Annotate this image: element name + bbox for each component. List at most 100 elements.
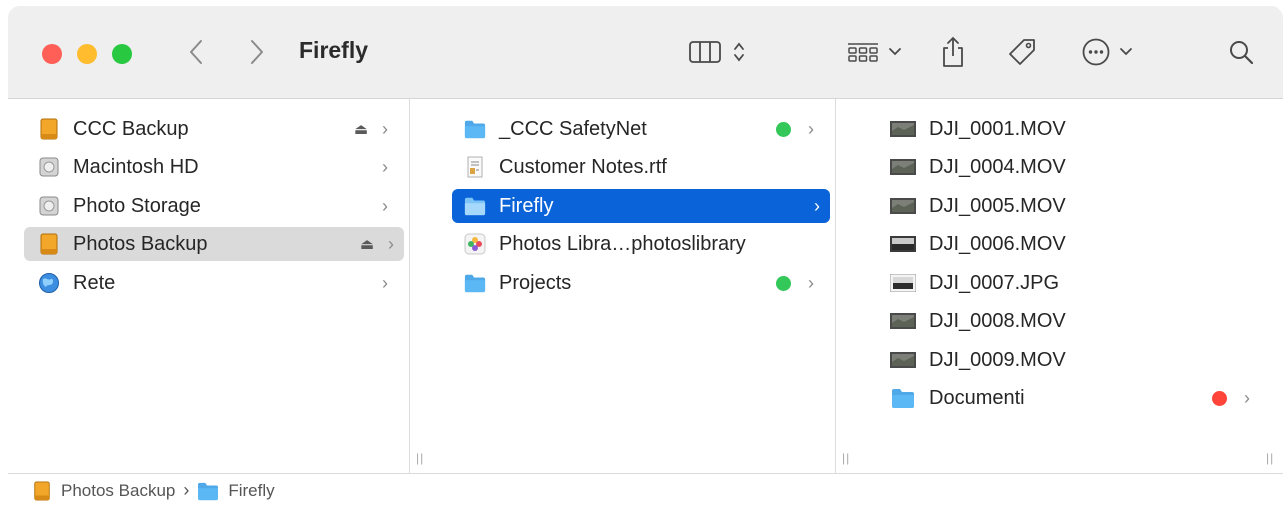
- forward-button[interactable]: [245, 32, 269, 72]
- chevron-right-icon: ›: [1244, 387, 1250, 408]
- list-item-dji-0008[interactable]: DJI_0008.MOV: [888, 304, 1260, 338]
- path-item-photos-backup[interactable]: Photos Backup: [32, 481, 175, 501]
- toolbar: Firefly: [8, 6, 1283, 99]
- list-item-dji-0007[interactable]: DJI_0007.JPG: [888, 266, 1260, 300]
- list-item-dji-0001[interactable]: DJI_0001.MOV: [888, 112, 1260, 146]
- column-resize-handle[interactable]: ||: [1266, 451, 1274, 465]
- photos-library-icon: [464, 233, 486, 255]
- chevron-right-icon: ›: [382, 156, 388, 177]
- item-label: Firefly: [499, 194, 554, 217]
- folder-icon: [197, 481, 219, 501]
- path-item-firefly[interactable]: Firefly: [197, 480, 275, 501]
- path-item-label: Firefly: [228, 480, 275, 500]
- sidebar-item-photo-storage[interactable]: Photo Storage ›: [30, 189, 398, 223]
- chevron-right-icon: ›: [814, 195, 820, 216]
- item-label: DJI_0005.MOV: [929, 194, 1066, 217]
- more-actions-button[interactable]: [1076, 32, 1138, 72]
- list-item-documenti[interactable]: Documenti ›: [888, 381, 1260, 415]
- folder-icon: [464, 118, 486, 140]
- item-label: Customer Notes.rtf: [499, 155, 667, 178]
- back-button[interactable]: [184, 32, 208, 72]
- folder-icon: [464, 272, 486, 294]
- item-label: DJI_0001.MOV: [929, 117, 1066, 140]
- search-icon: [1230, 41, 1254, 65]
- path-bar: Photos Backup › Firefly: [8, 473, 1283, 506]
- external-drive-icon: [32, 480, 52, 501]
- item-label: DJI_0007.JPG: [929, 271, 1060, 294]
- network-globe-icon: [38, 272, 60, 294]
- path-item-label: Photos Backup: [61, 480, 176, 500]
- video-thumbnail-icon: [890, 310, 916, 332]
- folder-icon: [464, 195, 486, 217]
- path-separator: ›: [183, 480, 190, 500]
- list-item-firefly[interactable]: Firefly ›: [452, 189, 830, 223]
- chevron-down-icon: [889, 48, 901, 56]
- list-item-dji-0005[interactable]: DJI_0005.MOV: [888, 189, 1260, 223]
- internal-drive-icon: [38, 156, 60, 178]
- list-item-photos-library[interactable]: Photos Libra…photoslibrary: [454, 227, 824, 261]
- item-label: DJI_0008.MOV: [929, 309, 1066, 332]
- item-label: Projects: [499, 271, 572, 294]
- sidebar-item-label: CCC Backup: [73, 117, 189, 140]
- tag-icon: [1009, 39, 1035, 65]
- view-mode-button[interactable]: [682, 32, 752, 72]
- column-firefly: DJI_0001.MOV DJI_0004.MOV DJI_0005.MOV D…: [860, 99, 1283, 473]
- video-thumbnail-icon: [890, 233, 916, 255]
- eject-button[interactable]: ⏏: [354, 120, 368, 138]
- item-label: Photos Libra…photoslibrary: [499, 232, 746, 255]
- chevron-right-icon: ›: [382, 118, 388, 139]
- zoom-window-button[interactable]: [112, 44, 132, 64]
- list-item-customer-notes[interactable]: Customer Notes.rtf: [454, 150, 824, 184]
- sidebar-item-label: Photos Backup: [73, 232, 208, 255]
- close-window-button[interactable]: [42, 44, 62, 64]
- item-label: DJI_0009.MOV: [929, 348, 1066, 371]
- column-resize-handle[interactable]: ||: [842, 451, 850, 465]
- sidebar-item-label: Photo Storage: [73, 194, 201, 217]
- chevron-right-icon: ›: [808, 272, 814, 293]
- chevron-right-icon: ›: [388, 233, 394, 254]
- tag-green-dot: [776, 121, 791, 137]
- eject-button[interactable]: ⏏: [360, 235, 374, 253]
- search-button[interactable]: [1226, 32, 1256, 72]
- share-button[interactable]: [938, 32, 968, 72]
- group-icon: [848, 43, 878, 62]
- group-button[interactable]: [842, 32, 906, 72]
- finder-window: Firefly CCC Backup ⏏ › Macintosh HD › Ph…: [8, 6, 1283, 506]
- sidebar-item-macintosh-hd[interactable]: Macintosh HD ›: [30, 150, 398, 184]
- rtf-file-icon: [464, 156, 486, 178]
- tag-green-dot: [776, 275, 791, 291]
- sidebar-item-ccc-backup[interactable]: CCC Backup ⏏ ›: [30, 112, 398, 146]
- list-item-dji-0009[interactable]: DJI_0009.MOV: [888, 343, 1260, 377]
- chevron-left-icon: [190, 40, 202, 64]
- video-thumbnail-icon: [890, 195, 916, 217]
- list-item-projects[interactable]: Projects ›: [454, 266, 824, 300]
- video-thumbnail-icon: [890, 349, 916, 371]
- minimize-window-button[interactable]: [77, 44, 97, 64]
- chevron-right-icon: ›: [382, 272, 388, 293]
- column-locations: CCC Backup ⏏ › Macintosh HD › Photo Stor…: [8, 99, 409, 473]
- chevron-right-icon: ›: [808, 118, 814, 139]
- external-drive-icon: [38, 233, 60, 255]
- sidebar-item-rete[interactable]: Rete ›: [30, 266, 398, 300]
- column-view-icon: [689, 41, 721, 63]
- item-label: _CCC SafetyNet: [499, 117, 647, 140]
- internal-drive-icon: [38, 195, 60, 217]
- column-photos-backup: _CCC SafetyNet › Customer Notes.rtf Fire…: [410, 99, 835, 473]
- window-title: Firefly: [299, 37, 369, 63]
- item-label: Documenti: [929, 386, 1025, 409]
- item-label: DJI_0004.MOV: [929, 155, 1066, 178]
- column-divider: [835, 99, 836, 473]
- list-item-ccc-safetynet[interactable]: _CCC SafetyNet ›: [454, 112, 824, 146]
- tag-button[interactable]: [1004, 32, 1040, 72]
- list-item-dji-0006[interactable]: DJI_0006.MOV: [888, 227, 1260, 261]
- tag-red-dot: [1212, 390, 1227, 406]
- ellipsis-circle-icon: [1082, 38, 1110, 66]
- list-item-dji-0004[interactable]: DJI_0004.MOV: [888, 150, 1260, 184]
- external-drive-icon: [38, 118, 60, 140]
- chevron-down-icon: [1120, 48, 1132, 56]
- sidebar-item-photos-backup[interactable]: Photos Backup ⏏ ›: [24, 227, 404, 261]
- image-thumbnail-icon: [890, 272, 916, 294]
- sidebar-item-label: Macintosh HD: [73, 155, 199, 178]
- video-thumbnail-icon: [890, 156, 916, 178]
- chevron-right-icon: [251, 40, 263, 64]
